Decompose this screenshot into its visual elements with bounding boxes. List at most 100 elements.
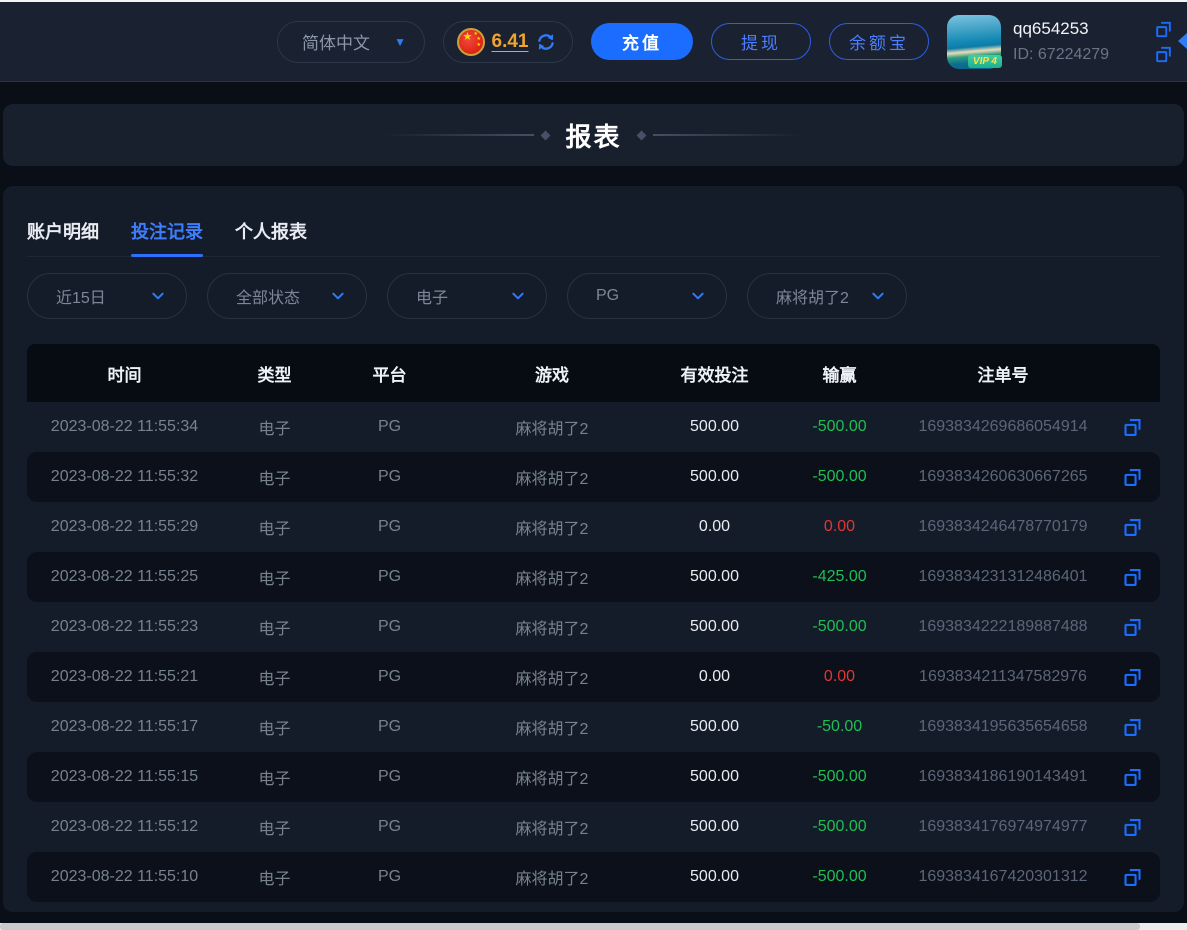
tab-bet-records[interactable]: 投注记录 [131,218,203,256]
cell-type: 电子 [222,615,327,639]
cell-platform: PG [327,518,452,536]
copy-bet-number-icon[interactable] [1122,417,1143,438]
drawer-handle-icon[interactable] [1178,33,1187,49]
cell-type: 电子 [222,665,327,689]
copy-bet-number-icon[interactable] [1122,867,1143,888]
cell-platform: PG [327,868,452,886]
cell-time: 2023-08-22 11:55:29 [27,518,222,536]
cell-time: 2023-08-22 11:55:34 [27,418,222,436]
title-decor-left [384,132,549,139]
top-header: 简体中文 ▼ ★★★★ 6.41 充值 提现 余额宝 VIP 4 qq65425… [0,2,1187,82]
copy-username-icon[interactable] [1154,20,1173,39]
cell-type: 电子 [222,865,327,889]
copy-bet-number-icon[interactable] [1122,667,1143,688]
cell-bet-number: 1693834269686054914 [902,418,1104,436]
cell-valid-bet: 500.00 [652,568,777,586]
cell-type: 电子 [222,815,327,839]
cell-win-loss: -500.00 [777,618,902,636]
filter-status[interactable]: 全部状态 [207,273,367,319]
copy-bet-number-icon[interactable] [1122,717,1143,738]
cell-platform: PG [327,818,452,836]
chevron-down-icon [510,288,526,304]
cell-win-loss: 0.00 [777,518,902,536]
col-platform: 平台 [327,361,452,386]
table-header: 时间 类型 平台 游戏 有效投注 输赢 注单号 [27,344,1160,402]
cell-win-loss: -500.00 [777,468,902,486]
cell-game: 麻将胡了2 [452,765,652,789]
cell-win-loss: -425.00 [777,568,902,586]
recharge-button[interactable]: 充值 [591,23,693,60]
report-tabs: 账户明细 投注记录 个人报表 [27,186,1160,257]
chevron-down-icon [330,288,346,304]
cell-bet-number: 1693834195635654658 [902,718,1104,736]
filter-platform[interactable]: PG [567,273,727,319]
avatar[interactable]: VIP 4 [947,15,1001,69]
cell-win-loss: 0.00 [777,668,902,686]
chevron-down-icon [870,288,886,304]
chevron-down-icon [150,288,166,304]
chevron-down-icon: ▼ [394,35,406,49]
scrollbar-thumb[interactable] [0,923,1140,930]
filter-category[interactable]: 电子 [387,273,547,319]
table-row: 2023-08-22 11:55:15 电子 PG 麻将胡了2 500.00 -… [27,752,1160,802]
cell-bet-number: 1693834176974974977 [902,818,1104,836]
table-body: 2023-08-22 11:55:34 电子 PG 麻将胡了2 500.00 -… [27,402,1160,902]
copy-bet-number-icon[interactable] [1122,567,1143,588]
cell-valid-bet: 500.00 [652,768,777,786]
col-time: 时间 [27,361,222,386]
cell-type: 电子 [222,515,327,539]
cell-win-loss: -500.00 [777,868,902,886]
cell-bet-number: 1693834211347582976 [902,668,1104,686]
cell-bet-number: 1693834260630667265 [902,468,1104,486]
copy-user-id-icon[interactable] [1154,45,1173,64]
cell-game: 麻将胡了2 [452,715,652,739]
exchange-rate-widget: ★★★★ 6.41 [443,21,573,63]
cell-time: 2023-08-22 11:55:17 [27,718,222,736]
filter-date-range[interactable]: 近15日 [27,273,187,319]
cell-valid-bet: 500.00 [652,618,777,636]
cell-game: 麻将胡了2 [452,665,652,689]
cell-bet-number: 1693834186190143491 [902,768,1104,786]
table-row: 2023-08-22 11:55:32 电子 PG 麻将胡了2 500.00 -… [27,452,1160,502]
copy-bet-number-icon[interactable] [1122,767,1143,788]
horizontal-scrollbar[interactable] [0,923,1187,930]
cell-platform: PG [327,718,452,736]
table-row: 2023-08-22 11:55:25 电子 PG 麻将胡了2 500.00 -… [27,552,1160,602]
tab-account-details[interactable]: 账户明细 [27,218,99,256]
cell-valid-bet: 500.00 [652,418,777,436]
chevron-down-icon [690,288,706,304]
cell-time: 2023-08-22 11:55:32 [27,468,222,486]
exchange-rate-value[interactable]: 6.41 [492,31,529,53]
copy-bet-number-icon[interactable] [1122,467,1143,488]
cell-valid-bet: 500.00 [652,818,777,836]
language-selector[interactable]: 简体中文 ▼ [277,21,425,63]
bet-records-table: 时间 类型 平台 游戏 有效投注 输赢 注单号 2023-08-22 11:55… [27,344,1160,902]
cell-valid-bet: 500.00 [652,718,777,736]
cell-time: 2023-08-22 11:55:15 [27,768,222,786]
refresh-icon[interactable] [535,31,557,53]
table-row: 2023-08-22 11:55:23 电子 PG 麻将胡了2 500.00 -… [27,602,1160,652]
col-type: 类型 [222,361,327,386]
col-bet-number: 注单号 [902,361,1104,386]
cell-game: 麻将胡了2 [452,815,652,839]
cell-type: 电子 [222,465,327,489]
cell-time: 2023-08-22 11:55:21 [27,668,222,686]
cell-type: 电子 [222,565,327,589]
cell-valid-bet: 0.00 [652,518,777,536]
copy-bet-number-icon[interactable] [1122,817,1143,838]
cell-valid-bet: 0.00 [652,668,777,686]
cell-game: 麻将胡了2 [452,565,652,589]
yuebao-button[interactable]: 余额宝 [829,23,929,60]
cell-platform: PG [327,418,452,436]
cell-platform: PG [327,568,452,586]
col-valid-bet: 有效投注 [652,361,777,386]
cell-win-loss: -500.00 [777,768,902,786]
tab-personal-report[interactable]: 个人报表 [235,218,307,256]
cell-bet-number: 1693834167420301312 [902,868,1104,886]
copy-bet-number-icon[interactable] [1122,617,1143,638]
filter-game[interactable]: 麻将胡了2 [747,273,907,319]
withdraw-button[interactable]: 提现 [711,23,811,60]
cell-valid-bet: 500.00 [652,468,777,486]
copy-bet-number-icon[interactable] [1122,517,1143,538]
filter-bar: 近15日 全部状态 电子 PG 麻将胡了2 [27,273,1160,319]
